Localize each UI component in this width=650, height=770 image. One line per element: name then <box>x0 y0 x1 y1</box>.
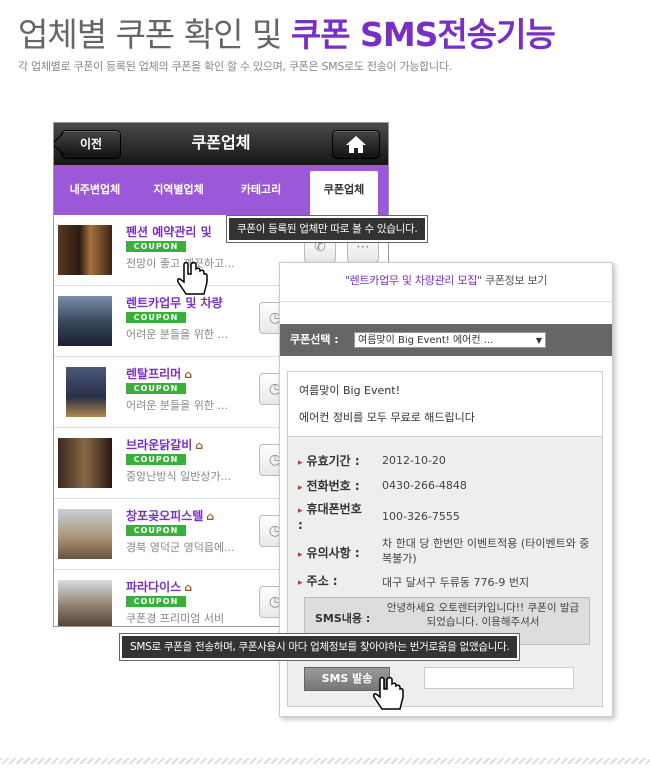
field-value: 0430-266-4848 <box>382 479 467 492</box>
hand-cursor-icon <box>177 261 208 295</box>
home-button[interactable] <box>332 130 380 159</box>
business-name: 파라다이스 ⌂ <box>126 578 192 595</box>
business-photo <box>58 509 112 559</box>
dropdown-arrow-icon: ▼ <box>535 336 542 345</box>
business-name: 창포곶오피스텔 ⌂ <box>126 507 214 524</box>
house-icon: ⌂ <box>195 439 204 452</box>
heading-plain: 업체별 쿠폰 확인 및 <box>18 15 291 54</box>
sms-text: 안녕하세요 오토렌터카입니다!! 쿠폰이 발급되었습니다. 이용해주셔서 <box>386 602 580 628</box>
coupon-badge: COUPON <box>126 596 186 607</box>
back-label: 이전 <box>79 137 103 151</box>
business-photo <box>58 580 112 626</box>
coupon-badge: COUPON <box>126 312 186 323</box>
business-name-text: 창포곶오피스텔 <box>126 509 204 523</box>
business-name-text: 브라운닭갈비 <box>126 438 193 452</box>
popup-header-suffix: 쿠폰정보 보기 <box>481 274 548 287</box>
category-tabs: 내주변업체 지역별업체 카테고리 쿠폰업체 <box>54 165 388 215</box>
tab-coupon[interactable]: 쿠폰업체 <box>310 171 378 215</box>
coupon-badge: COUPON <box>126 383 186 394</box>
business-name: 브라운닭갈비 ⌂ <box>126 436 203 453</box>
home-icon <box>346 136 366 153</box>
coupon-select-bar: 쿠폰선택 : 여름맞이 Big Event! 에어컨 ... ▼ <box>280 324 612 356</box>
back-button[interactable]: 이전 <box>61 130 121 159</box>
business-desc: 쿠폰경 프리미엄 서비 <box>126 612 225 625</box>
hand-cursor-icon <box>373 676 404 710</box>
coupon-select-label: 쿠폰선택 : <box>290 333 339 346</box>
tooltip-sms: SMS로 쿠폰을 전송하며, 쿠폰사용시 마다 업체정보를 찾아야하는 번거로움… <box>120 634 520 660</box>
business-name-text: 파라다이스 <box>126 580 182 594</box>
business-photo <box>58 296 112 346</box>
heading-accent: 쿠폰 SMS전송기능 <box>290 15 556 54</box>
field-label: 전화번호 : <box>298 477 360 494</box>
field-label: 주소 : <box>298 572 338 589</box>
house-icon: ⌂ <box>184 581 193 594</box>
coupon-badge: COUPON <box>126 241 186 252</box>
coupon-select[interactable]: 여름맞이 Big Event! 에어컨 ... ▼ <box>354 332 546 348</box>
coupon-message-line1: 여름맞이 Big Event! <box>299 384 400 397</box>
tab-category[interactable]: 카테고리 <box>221 165 301 215</box>
business-name: 렌탈프리머 ⌂ <box>126 365 192 382</box>
bottom-divider <box>0 758 650 764</box>
top-bar: 쿠폰업체 이전 <box>54 123 388 165</box>
field-value: 차 한대 당 한번만 이벤트적용 (타이벤트와 중복불가) <box>382 537 590 565</box>
house-icon: ⌂ <box>206 510 215 523</box>
field-value: 대구 달서구 두류동 776-9 번지 <box>382 576 530 589</box>
page-heading: 업체별 쿠폰 확인 및 쿠폰 SMS전송기능 <box>18 8 556 56</box>
page-subheading: 각 업체별로 쿠폰이 등록된 업체의 쿠폰을 확인 할 수 있으며, 쿠폰은 S… <box>18 60 452 73</box>
business-desc: 어려운 분들을 위한 ... <box>126 328 228 341</box>
field-label: 유의사항 : <box>298 544 360 561</box>
tab-region[interactable]: 지역별업체 <box>136 165 221 215</box>
business-desc: 어려운 분들을 위한 ... <box>126 399 228 412</box>
field-value: 2012-10-20 <box>382 454 446 467</box>
tooltip-coupon-filter: 쿠폰이 등록된 업체만 따로 볼 수 있습니다. <box>227 216 428 242</box>
business-desc: 중앙난방식 일반상가... <box>126 470 232 483</box>
coupon-badge: COUPON <box>126 525 186 536</box>
business-name-text: 렌탈프리머 <box>126 367 182 381</box>
business-photo <box>58 438 112 488</box>
coupon-badge: COUPON <box>126 454 186 465</box>
popup-header: "렌트카업무 및 차량관리 모집" 쿠폰정보 보기 <box>280 263 612 302</box>
business-name: 펜션 예약관리 및 <box>126 225 212 239</box>
business-photo <box>58 225 112 275</box>
sms-label: SMS내용 : <box>315 612 371 625</box>
business-photo <box>66 367 106 417</box>
coupon-message-line2: 에어컨 정비를 모두 무료로 해드립니다 <box>299 411 475 424</box>
coupon-message: 여름맞이 Big Event! 에어컨 정비를 모두 무료로 해드립니다 <box>288 372 602 437</box>
field-label: 휴대폰번호 : <box>298 502 368 532</box>
tab-nearby[interactable]: 내주변업체 <box>54 165 136 215</box>
house-icon: ⌂ <box>184 368 193 381</box>
popup-business-name: "렌트카업무 및 차량관리 모집" <box>344 274 482 287</box>
coupon-select-value: 여름맞이 Big Event! 에어컨 ... <box>358 335 494 346</box>
sms-phone-input[interactable] <box>424 667 574 689</box>
business-desc: 경북 영덕군 영덕읍에... <box>126 541 235 554</box>
field-value: 100-326-7555 <box>382 510 460 523</box>
field-label: 유효기간 : <box>298 452 360 469</box>
